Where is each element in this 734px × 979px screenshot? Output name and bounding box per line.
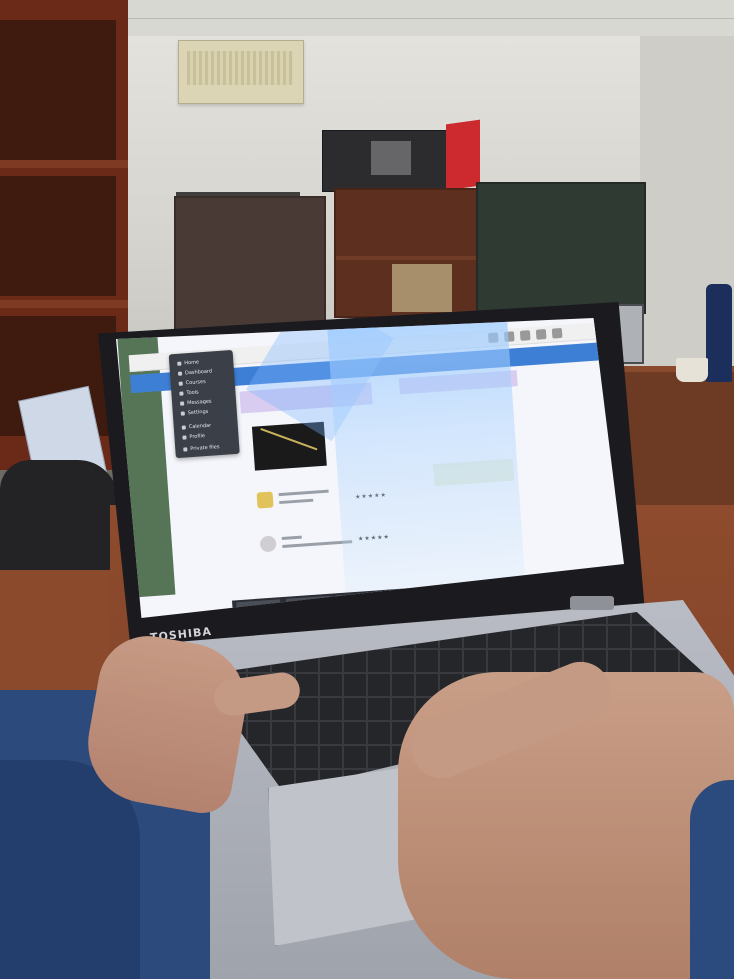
calendar-icon (181, 424, 186, 430)
comment-text (279, 498, 314, 505)
sidebar-menu: Home Dashboard Courses Tools Messages Se… (168, 349, 240, 459)
home-icon (177, 361, 182, 366)
sidebar-item-label: Calendar (188, 422, 212, 431)
sidebar-item-label: Home (184, 359, 200, 367)
speaker-box (322, 130, 454, 192)
sidebar-item-label: Tools (186, 389, 199, 397)
door (174, 196, 326, 334)
red-bag (446, 119, 480, 191)
comment-text (278, 489, 329, 497)
avatar[interactable] (259, 535, 277, 553)
sidebar-item[interactable]: Profile (182, 430, 232, 441)
screen-content: ★★★★★ ★★★★★ Home Dashboard Courses Tools… (116, 318, 624, 617)
right-sleeve (690, 780, 734, 979)
sidebar-item-label: Settings (187, 408, 209, 417)
sidebar-item[interactable]: Settings (180, 406, 231, 417)
course-icon (178, 381, 183, 386)
shelf-gap (0, 20, 116, 160)
cardboard-box (392, 264, 452, 312)
avatar[interactable] (256, 491, 274, 509)
sidebar-item-label: Profile (189, 433, 206, 441)
file-icon (183, 446, 188, 452)
shelf-board (0, 300, 128, 308)
sidebar-item-label: Private files (190, 444, 220, 453)
sidebar-item-label: Messages (186, 398, 212, 407)
screen-glare (325, 318, 526, 603)
toolbar-icon[interactable] (551, 327, 563, 339)
sidebar-item[interactable]: Private files (183, 442, 233, 453)
toolbar-icon[interactable] (535, 329, 547, 340)
chalkboard (476, 182, 646, 314)
sidebar-item-label: Dashboard (184, 368, 213, 377)
profile-icon (182, 434, 187, 440)
tools-icon (179, 390, 184, 396)
photo-scene: ★★★★★ ★★★★★ Home Dashboard Courses Tools… (0, 0, 734, 979)
cup (676, 358, 708, 382)
dashboard-icon (177, 371, 183, 376)
shelf-board (0, 160, 128, 168)
office-chair (0, 460, 118, 585)
comment-text (281, 535, 302, 540)
ac-grill (187, 51, 293, 85)
wooden-cabinet (334, 188, 484, 318)
shelf-gap (0, 176, 116, 296)
speaker-label (371, 141, 411, 175)
air-conditioner (178, 40, 304, 104)
sidebar-item-label: Courses (185, 378, 206, 387)
toolbar-icon[interactable] (519, 330, 531, 341)
message-icon (179, 400, 185, 406)
water-bottle (706, 284, 732, 382)
laptop-hinge (570, 596, 614, 610)
video-frame-detail (260, 428, 318, 451)
gear-icon (180, 410, 185, 416)
cabinet-shelf (336, 256, 482, 260)
